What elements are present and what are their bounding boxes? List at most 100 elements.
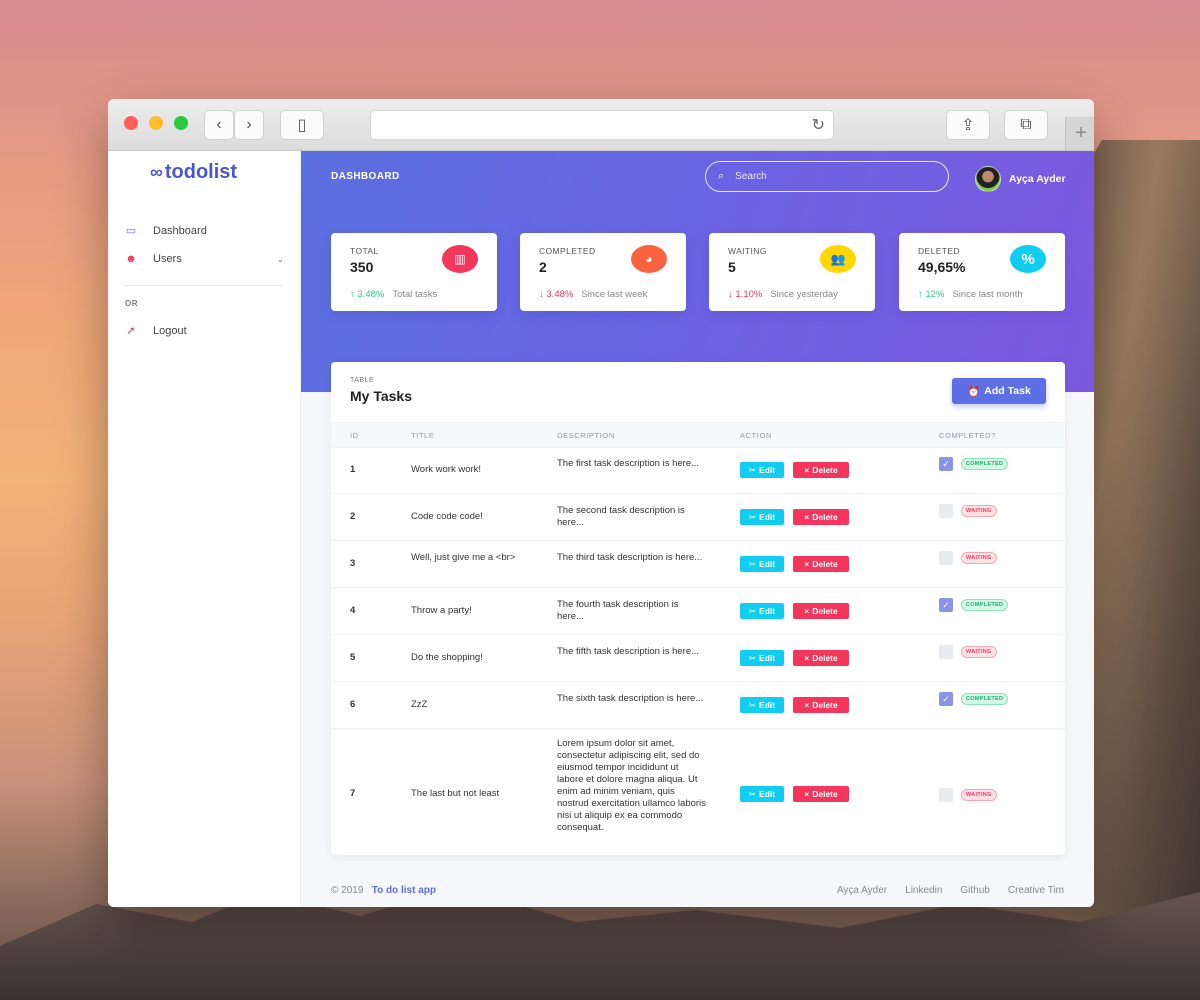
user-name: Ayça Ayder bbox=[1009, 173, 1066, 185]
status-badge: WAITING bbox=[961, 552, 997, 564]
delete-label: Delete bbox=[812, 465, 838, 475]
monitor-icon: ▭ bbox=[125, 225, 137, 237]
reload-icon[interactable]: ↻ bbox=[812, 115, 825, 135]
delete-label: Delete bbox=[812, 700, 838, 710]
app-link[interactable]: To do list app bbox=[372, 885, 436, 896]
delete-button[interactable]: × Delete bbox=[793, 786, 849, 802]
stat-card-waiting: WAITING 5 👥 ↓ 1.10% Since yesterday bbox=[709, 233, 875, 311]
stat-desc: Since last week bbox=[581, 289, 648, 300]
app-body: ∞ todolist ▭ Dashboard ☻ Users ⌄ OR ➚ Log… bbox=[108, 151, 1094, 907]
task-title: Work work work! bbox=[411, 464, 482, 475]
column-header-id: ID bbox=[350, 431, 359, 440]
delete-button[interactable]: × Delete bbox=[793, 650, 849, 666]
new-tab-button[interactable]: + bbox=[1065, 117, 1094, 150]
user-icon: ☻ bbox=[125, 253, 137, 265]
task-id: 6 bbox=[350, 699, 356, 710]
bar-chart-icon: ▥ bbox=[442, 245, 478, 273]
delete-label: Delete bbox=[812, 653, 838, 663]
stat-change: ↑ 12% bbox=[918, 289, 945, 300]
completed-checkbox[interactable]: ✓ bbox=[939, 598, 953, 612]
edit-button[interactable]: ✂ Edit bbox=[740, 462, 784, 478]
add-task-label: Add Task bbox=[984, 385, 1031, 397]
footer-link-linkedin[interactable]: Linkedin bbox=[905, 885, 942, 896]
edit-label: Edit bbox=[759, 653, 776, 663]
check-icon: ✓ bbox=[942, 693, 950, 704]
stat-footer: ↑ 3.48% Total tasks bbox=[350, 289, 437, 300]
footer-link-author[interactable]: Ayça Ayder bbox=[837, 885, 887, 896]
task-title: ZzZ bbox=[411, 699, 428, 710]
close-icon: × bbox=[804, 789, 810, 799]
completed-checkbox[interactable] bbox=[939, 504, 953, 518]
sidebar-item-logout[interactable]: ➚ Logout bbox=[124, 324, 187, 338]
card-title: My Tasks bbox=[350, 388, 412, 404]
delete-button[interactable]: × Delete bbox=[793, 697, 849, 713]
edit-button[interactable]: ✂ Edit bbox=[740, 650, 784, 666]
wrench-icon: ✂ bbox=[748, 605, 757, 616]
forward-button[interactable]: › bbox=[234, 110, 264, 140]
header-banner: DASHBOARD ⌕ Ayça Ayder TOTAL 350 ▥ ↑ 3.4… bbox=[301, 151, 1094, 392]
status-badge: WAITING bbox=[961, 505, 997, 517]
users-icon: 👥 bbox=[820, 245, 856, 273]
sidebar-item-label: Logout bbox=[153, 324, 187, 337]
tabs-overview-button[interactable]: ⧉ bbox=[1004, 110, 1048, 140]
task-id: 2 bbox=[350, 511, 356, 522]
delete-button[interactable]: × Delete bbox=[793, 556, 849, 572]
footer-links: Ayça Ayder Linkedin Github Creative Tim bbox=[837, 885, 1064, 896]
infinity-logo-icon: ∞ bbox=[150, 162, 163, 182]
close-icon: × bbox=[804, 512, 810, 522]
edit-button[interactable]: ✂ Edit bbox=[740, 786, 784, 802]
status-badge: COMPLETED bbox=[961, 458, 1009, 470]
sidebar-item-label: Users bbox=[153, 253, 182, 265]
task-description: The first task description is here... bbox=[557, 458, 700, 469]
delete-button[interactable]: × Delete bbox=[793, 462, 849, 478]
delete-label: Delete bbox=[812, 789, 838, 799]
address-bar[interactable]: ↻ bbox=[370, 110, 834, 140]
user-menu[interactable]: Ayça Ayder bbox=[975, 166, 1066, 192]
footer-link-github[interactable]: Github bbox=[960, 885, 989, 896]
close-icon: × bbox=[804, 653, 810, 663]
share-button[interactable]: ⇪ bbox=[946, 110, 990, 140]
completed-checkbox[interactable] bbox=[939, 645, 953, 659]
edit-label: Edit bbox=[759, 512, 776, 522]
edit-label: Edit bbox=[759, 700, 776, 710]
minimize-window-button[interactable] bbox=[149, 116, 163, 130]
edit-button[interactable]: ✂ Edit bbox=[740, 509, 784, 525]
edit-label: Edit bbox=[759, 606, 776, 616]
wrench-icon: ✂ bbox=[748, 699, 757, 710]
close-icon: × bbox=[804, 700, 810, 710]
sidebar-toggle-button[interactable]: ▯ bbox=[280, 110, 324, 140]
table-header: ID TITLE DESCRIPTION ACTION COMPLETED? bbox=[331, 422, 1065, 448]
delete-button[interactable]: × Delete bbox=[793, 509, 849, 525]
close-window-button[interactable] bbox=[124, 116, 138, 130]
edit-button[interactable]: ✂ Edit bbox=[740, 697, 784, 713]
maximize-window-button[interactable] bbox=[174, 116, 188, 130]
task-id: 1 bbox=[350, 464, 356, 475]
stat-desc: Since last month bbox=[952, 289, 1023, 300]
edit-label: Edit bbox=[759, 559, 776, 569]
completed-checkbox[interactable] bbox=[939, 788, 953, 802]
add-task-button[interactable]: ⏰ Add Task bbox=[952, 378, 1046, 404]
task-description: The third task description is here... bbox=[557, 552, 703, 563]
sidebar-item-users[interactable]: ☻ Users ⌄ bbox=[124, 253, 284, 265]
wrench-icon: ✂ bbox=[748, 652, 757, 663]
edit-button[interactable]: ✂ Edit bbox=[740, 556, 784, 572]
completed-checkbox[interactable]: ✓ bbox=[939, 692, 953, 706]
back-button[interactable]: ‹ bbox=[204, 110, 234, 140]
brand-logo[interactable]: ∞ todolist bbox=[150, 161, 237, 184]
completed-checkbox[interactable]: ✓ bbox=[939, 457, 953, 471]
edit-label: Edit bbox=[759, 465, 776, 475]
sidebar-divider bbox=[124, 285, 282, 286]
search-icon: ⌕ bbox=[718, 170, 725, 182]
edit-button[interactable]: ✂ Edit bbox=[740, 603, 784, 619]
sidebar-item-dashboard[interactable]: ▭ Dashboard bbox=[124, 224, 207, 238]
task-description: The fifth task description is here... bbox=[557, 646, 700, 657]
search-input[interactable] bbox=[733, 170, 918, 183]
completed-checkbox[interactable] bbox=[939, 551, 953, 565]
delete-button[interactable]: × Delete bbox=[793, 603, 849, 619]
logout-icon: ➚ bbox=[126, 325, 136, 337]
stat-label: COMPLETED bbox=[539, 246, 596, 256]
table-row: 3 Well, just give me a <br> The third task… bbox=[331, 541, 1065, 588]
task-description: The fourth task description is here... bbox=[557, 599, 679, 622]
chevron-left-icon: ‹ bbox=[216, 116, 222, 133]
footer-link-creative-tim[interactable]: Creative Tim bbox=[1008, 885, 1064, 896]
